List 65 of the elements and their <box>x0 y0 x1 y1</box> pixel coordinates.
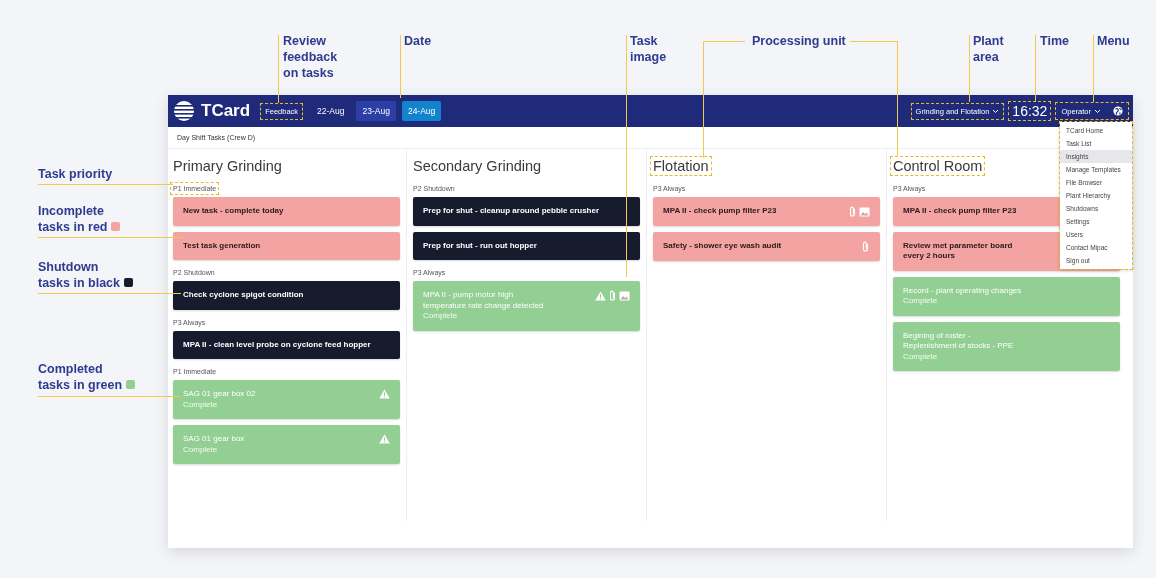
task-card[interactable]: New task - complete today <box>173 197 400 226</box>
annotation-label: Completed tasks in green <box>38 361 123 393</box>
task-status: Complete <box>903 296 939 307</box>
task-card[interactable]: Prep for shut - cleanup around pebble crusher <box>413 197 640 226</box>
warning-icon <box>379 389 390 399</box>
date-tab[interactable]: 22-Aug <box>311 101 351 121</box>
task-card[interactable]: MPA II - clean level probe on cyclone feed hopper <box>173 330 400 359</box>
leader-line <box>400 34 401 99</box>
striped-globe-icon <box>173 100 195 122</box>
task-title: SAG 01 gear box <box>183 434 245 445</box>
task-title: New task - complete today <box>183 206 284 217</box>
annotation-label: Date <box>404 33 433 49</box>
annotation-label: Review feedback on tasks <box>283 33 339 81</box>
paperclip-icon <box>848 206 857 217</box>
annotation-label: Menu <box>1097 33 1131 49</box>
chevron-down-icon <box>992 108 1000 114</box>
task-title: Check cyclone spigot condition <box>183 290 304 301</box>
paperclip-icon <box>608 290 617 301</box>
task-title: Test task generation <box>183 240 261 251</box>
column-title: Control Room <box>890 156 986 176</box>
chevron-down-icon <box>1094 108 1101 114</box>
task-card[interactable]: Check cyclone spigot condition <box>173 281 400 310</box>
globe-icon <box>1113 106 1123 116</box>
annotation-label: Shutdown tasks in black <box>38 259 120 291</box>
task-status: Complete <box>903 351 939 362</box>
annotation-label: Task priority <box>38 166 113 182</box>
warning-icon <box>379 434 390 444</box>
task-title: Record - plant operating changes <box>903 285 1022 296</box>
task-status: Complete <box>183 399 219 410</box>
image-icon <box>619 290 630 301</box>
task-title: Safety - shower eye wash audit <box>663 241 782 252</box>
task-title: Prep for shut - run out hopper <box>423 240 537 251</box>
task-title: SAG 01 gear box 02 <box>183 389 256 400</box>
task-title: MPA II - clean level probe on cyclone feed hopper <box>183 339 371 350</box>
image-icon <box>859 206 870 217</box>
app-logo-text: TCard <box>201 101 251 121</box>
leader-line <box>278 34 279 104</box>
task-card[interactable]: Test task generation <box>173 231 400 260</box>
task-title: MPA II - pump motor high temperature rate change detected <box>423 290 544 311</box>
column-title: Flotation <box>650 156 712 176</box>
paperclip-icon <box>861 241 870 252</box>
task-card[interactable]: MPA II - check pump filter P23 <box>653 197 880 226</box>
task-status: Complete <box>423 311 459 322</box>
annotation-label: Time <box>1040 33 1070 49</box>
task-title: MPA II - check pump filter P23 <box>663 206 777 217</box>
task-title: Begining of roster - Replenishment of stocks - PPE <box>903 330 1014 352</box>
time-display: 16:32 <box>1010 103 1050 119</box>
leader-line <box>969 34 970 103</box>
annotation-label: Plant area <box>973 33 1005 65</box>
annotation-label: Incomplete tasks in red <box>38 203 108 235</box>
warning-icon <box>595 290 606 301</box>
annotation-label: Task image <box>630 33 668 65</box>
task-title: Review met parameter board every 2 hours <box>903 240 1013 262</box>
annotation-label: Processing unit <box>752 33 847 49</box>
leader-line <box>1035 34 1036 103</box>
task-card[interactable]: Safety - shower eye wash audit <box>653 232 880 261</box>
task-title: Prep for shut - cleanup around pebble crusher <box>423 206 600 217</box>
task-title: MPA II - check pump filter P23 <box>903 206 1017 217</box>
date-tab[interactable]: 24-Aug <box>401 101 442 121</box>
task-status: Complete <box>183 444 219 455</box>
column-title: Secondary Grinding <box>412 157 543 176</box>
column-title: Primary Grinding <box>172 157 283 176</box>
leader-line <box>1093 34 1094 103</box>
task-card[interactable]: Prep for shut - run out hopper <box>413 231 640 260</box>
date-tab[interactable]: 23-Aug <box>356 101 396 121</box>
